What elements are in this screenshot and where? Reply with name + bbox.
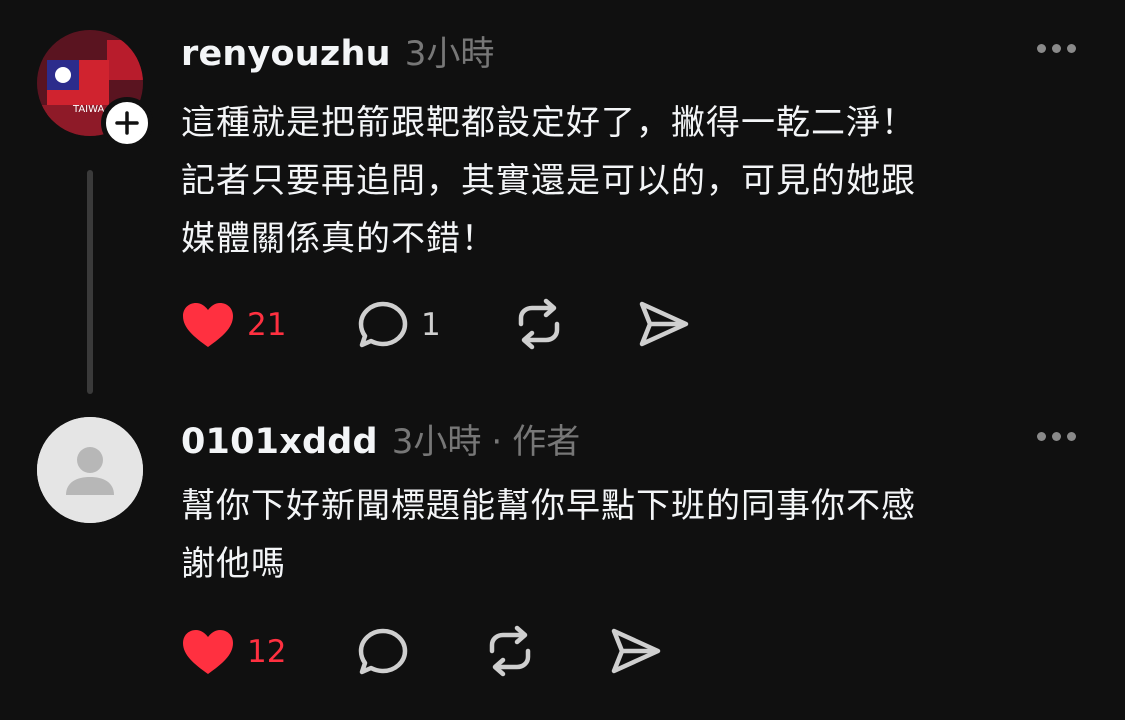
default-avatar-icon xyxy=(37,417,143,523)
heart-icon xyxy=(183,630,233,674)
more-icon xyxy=(1036,43,1046,53)
heart-icon xyxy=(183,303,233,347)
share-button[interactable] xyxy=(638,300,690,352)
reply-button[interactable] xyxy=(357,627,409,677)
reply-button[interactable]: 1 xyxy=(357,300,441,350)
like-button[interactable]: 12 xyxy=(181,628,286,676)
like-button[interactable]: 21 xyxy=(181,301,286,349)
more-options-button[interactable] xyxy=(1031,36,1081,60)
share-icon xyxy=(611,628,661,674)
separator: · xyxy=(491,422,503,462)
repost-icon xyxy=(518,298,560,350)
repost-button[interactable] xyxy=(513,298,565,354)
reply-icon xyxy=(358,301,408,348)
avatar[interactable] xyxy=(37,417,143,523)
post-header: 0101xddd 3小時 · 作者 xyxy=(181,414,580,463)
timestamp: 3小時 xyxy=(404,34,495,74)
plus-icon xyxy=(115,111,139,135)
timestamp: 3小時 xyxy=(391,422,482,462)
more-icon xyxy=(1036,431,1046,441)
like-count: 21 xyxy=(247,307,287,343)
post-text: 幫你下好新聞標題能幫你早點下班的同事你不感 謝他嗎 xyxy=(181,486,916,584)
repost-icon xyxy=(489,625,531,677)
author-badge: 作者 xyxy=(512,422,581,462)
avatar-text: TAIWA xyxy=(72,104,104,115)
username[interactable]: renyouzhu xyxy=(181,34,391,74)
follow-button[interactable] xyxy=(101,97,153,149)
post-header: renyouzhu 3小時 xyxy=(181,26,494,75)
more-options-button[interactable] xyxy=(1031,424,1081,448)
share-button[interactable] xyxy=(610,627,662,679)
thread-connector xyxy=(87,170,93,394)
post-text: 這種就是把箭跟靶都設定好了，撇得一乾二淨！ 記者只要再追問，其實還是可以的，可見… xyxy=(181,103,916,259)
like-count: 12 xyxy=(247,634,287,670)
share-icon xyxy=(639,301,689,347)
repost-button[interactable] xyxy=(484,625,536,681)
reply-count: 1 xyxy=(421,307,441,343)
username[interactable]: 0101xddd xyxy=(181,422,378,462)
reply-icon xyxy=(358,628,408,675)
